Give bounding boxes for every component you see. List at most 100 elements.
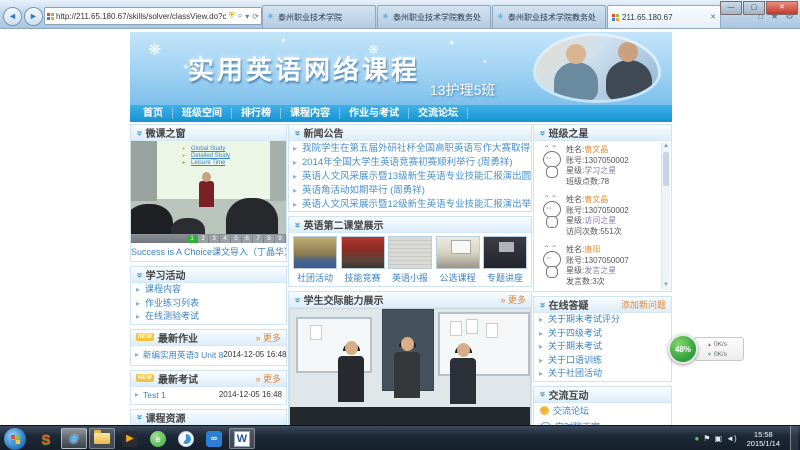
nav-item[interactable]: 首页 [134, 108, 173, 119]
nav-item[interactable]: 课程内容 [281, 108, 340, 119]
show-desktop-button[interactable] [790, 426, 798, 450]
browser-tab-active[interactable]: 211.65.180.67 ✕ [607, 5, 721, 28]
close-tab-icon[interactable]: ✕ [710, 13, 716, 21]
taskbar-360-browser-icon[interactable]: e [145, 428, 171, 449]
scrollbar[interactable]: ▲ ▼ [661, 142, 670, 290]
star-level: 发言之星 [584, 266, 616, 275]
forward-button[interactable]: ► [24, 7, 43, 26]
smiley-icon [540, 406, 549, 415]
activity-link[interactable]: 课程内容 [131, 283, 286, 297]
search-icon[interactable]: ⌕ [238, 11, 242, 21]
more-link[interactable]: » 更多 [500, 293, 526, 306]
taskbar-word-icon[interactable]: W [229, 428, 255, 449]
memory-ball[interactable]: 48% [668, 334, 698, 364]
question-link[interactable]: 关于期末考试评分 [534, 313, 671, 327]
news-link[interactable]: 英语角活动如期举行 (周勇祥) [289, 183, 531, 197]
student-name[interactable]: 曹文晶 [584, 145, 608, 154]
page-number[interactable]: 9 [275, 235, 285, 243]
page-number[interactable]: 2 [198, 235, 208, 243]
thumb-lecture[interactable]: 专题讲座 [483, 236, 527, 284]
section-title: 在线答疑 [549, 297, 589, 312]
student-account: 账号:1307050002 [566, 206, 658, 217]
thumb-club-activities[interactable]: 社团活动 [293, 236, 337, 284]
section-latest-homework: NEW 最新作业 » 更多 新编实用英语3 Unit 8 2014-12-05 … [130, 329, 287, 366]
thumb-elective-course[interactable]: 公选课程 [436, 236, 480, 284]
back-button[interactable]: ◄ [3, 7, 22, 26]
thumb-english-paper[interactable]: 英语小报 [388, 236, 432, 284]
more-link[interactable]: » 更多 [255, 372, 281, 385]
thumb-skills-competition[interactable]: 技能竞赛 [341, 236, 385, 284]
dropdown-icon[interactable]: ▾ [245, 12, 249, 21]
question-link[interactable]: 关于四级考试 [534, 327, 671, 341]
taskbar-browser-icon[interactable] [173, 428, 199, 449]
scroll-thumb[interactable] [663, 152, 669, 186]
student-name[interactable]: 曹文晶 [584, 195, 608, 204]
section-title: 微课之窗 [146, 125, 186, 140]
nav-item[interactable]: 排行榜 [232, 108, 281, 119]
scroll-up-icon[interactable]: ▲ [662, 142, 670, 151]
browser-tab[interactable]: ✳ 泰州职业技术学院教务处 [377, 5, 491, 28]
news-link[interactable]: 英语人文风采展示暨13级新生英语专业技能汇报演出圆满落幕 (周勇祥) [289, 169, 531, 183]
section-interaction: » 交流互动 交流论坛 实时聊天室 [533, 386, 672, 426]
address-bar[interactable]: http://211.65.180.67/skills/solver/class… [44, 7, 262, 25]
thumb-label: 专题讲座 [483, 271, 527, 284]
news-link[interactable]: 我院学生在第五届外研社杯全国高职英语写作大赛取得佳绩 (周勇祥) [289, 141, 531, 155]
url-text[interactable]: http://211.65.180.67/skills/solver/class… [56, 12, 227, 21]
exam-link[interactable]: Test 1 [143, 390, 166, 400]
micro-lecture-video[interactable]: Global Study Detailed Study Leisure Time [131, 141, 286, 234]
page-number[interactable]: 5 [231, 235, 241, 243]
teacher-figure [199, 181, 214, 207]
page-number[interactable]: 1 [187, 235, 197, 243]
question-link[interactable]: 关于社团活动 [534, 367, 671, 381]
page-number[interactable]: 3 [209, 235, 219, 243]
browser-tab[interactable]: ✳ 泰州职业技术学院教务处 [492, 5, 606, 28]
volume-icon[interactable]: ◄) [726, 434, 737, 443]
nav-item[interactable]: 班级空间 [173, 108, 232, 119]
taskbar-explorer-icon[interactable] [89, 428, 115, 449]
thumb-label: 英语小报 [388, 271, 432, 284]
network-icon[interactable]: ▣ [714, 434, 722, 443]
taskbar-pp-icon[interactable]: ∞ [201, 428, 227, 449]
clock[interactable]: 15:58 2015/1/14 [741, 430, 786, 448]
speed-widget: 0K/s 0K/s 48% [668, 334, 744, 366]
action-center-flag-icon[interactable]: ⚑ [703, 434, 710, 443]
communication-photo[interactable] [289, 308, 531, 425]
taskbar-sogou-icon[interactable]: S [33, 428, 59, 449]
student-name[interactable]: 唐阳 [584, 245, 600, 254]
homework-link[interactable]: 新编实用英语3 Unit 8 [143, 349, 223, 361]
star-entry: 姓名:曹文晶 账号:1307050002 星级:访问之星 访问次数:551次 [534, 191, 662, 241]
start-button[interactable] [4, 428, 26, 450]
thumb-label: 社团活动 [293, 271, 337, 284]
video-caption[interactable]: Success is A Choice课文导入（丁晶华） [131, 243, 286, 261]
nav-item[interactable]: 交流论坛 [409, 108, 468, 119]
tray-360-icon[interactable]: ● [694, 434, 699, 443]
slide-line: Leisure Time [191, 160, 270, 166]
news-link[interactable]: 2014年全国大学生英语竞赛初赛顺利举行 (周勇祥) [289, 155, 531, 169]
page-number[interactable]: 7 [253, 235, 263, 243]
activity-link[interactable]: 在线测验考试 [131, 310, 286, 324]
add-question-link[interactable]: 添加新问题 [621, 298, 666, 311]
question-link[interactable]: 关于期末考试 [534, 340, 671, 354]
news-link[interactable]: 英语人文风采展示暨12级新生英语专业技能汇报演出举行 (周勇祥) [289, 197, 531, 211]
activity-link[interactable]: 作业练习列表 [131, 297, 286, 311]
snowflake-icon: ❋ [148, 40, 161, 60]
forum-link[interactable]: 交流论坛 [534, 403, 671, 419]
more-link[interactable]: » 更多 [255, 331, 281, 344]
page-number[interactable]: 8 [264, 235, 274, 243]
page-number[interactable]: 4 [220, 235, 230, 243]
taskbar-ie-icon[interactable]: e [61, 428, 87, 449]
maximize-button[interactable]: ▢ [743, 1, 765, 15]
taskbar-media-player-icon[interactable]: ▶ [117, 428, 143, 449]
browser-tab[interactable]: ✳ 泰州职业技术学院 [262, 5, 376, 28]
chevron-down-icon: » [134, 130, 144, 136]
minimize-button[interactable]: — [720, 1, 742, 15]
refresh-icon[interactable]: ⟳ [252, 12, 259, 21]
star-entry: 姓名:曹文晶 账号:1307050002 星级:学习之星 班级点数:78 [534, 141, 662, 191]
nav-item[interactable]: 作业与考试 [340, 108, 409, 119]
scroll-down-icon[interactable]: ▼ [662, 281, 670, 290]
question-link[interactable]: 关于口语训练 [534, 354, 671, 368]
section-title: 最新作业 [158, 330, 198, 345]
close-button[interactable]: ✕ [766, 1, 798, 15]
page-number[interactable]: 6 [242, 235, 252, 243]
download-speed: 0K/s [707, 350, 741, 360]
